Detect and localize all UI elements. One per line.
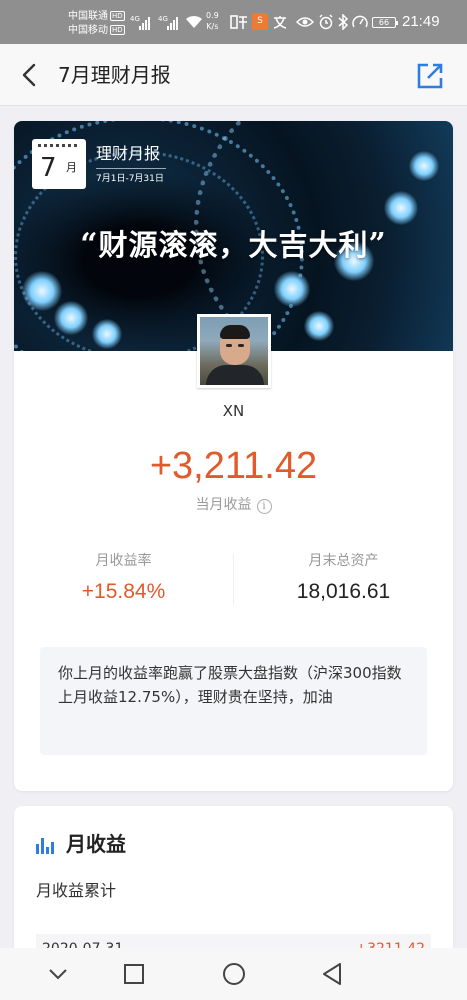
translate-icon xyxy=(273,16,287,29)
recent-apps-icon[interactable] xyxy=(120,960,148,988)
wifi-icon xyxy=(186,15,202,28)
bokeh-light xyxy=(92,319,122,349)
total-assets-value: 18,016.61 xyxy=(296,580,391,603)
signal-icon xyxy=(167,16,178,30)
bokeh-light xyxy=(22,271,62,311)
username: XN xyxy=(222,402,245,420)
report-title: 理财月报 xyxy=(96,144,161,163)
monthly-report-card: 7 月 理财月报 7月1日-7月31日 “财源滚滚，大吉大利” XN +3,21… xyxy=(14,121,453,791)
hd-badge: HD xyxy=(110,11,125,21)
bokeh-light xyxy=(409,151,439,181)
calendar-binding-icon xyxy=(38,144,80,147)
bluetooth-icon xyxy=(338,14,349,30)
eye-icon xyxy=(296,17,314,27)
calendar-badge: 7 月 xyxy=(32,139,86,189)
network-speed: 0.9 K/s xyxy=(206,10,219,32)
back-triangle-icon[interactable] xyxy=(318,960,346,988)
quote-open: “ xyxy=(80,227,99,262)
quote-close: ” xyxy=(368,227,387,262)
bokeh-light xyxy=(304,311,334,341)
bokeh-light xyxy=(274,271,310,307)
total-assets-label: 月末总资产 xyxy=(308,553,379,569)
carrier-2: 中国移动 xyxy=(68,25,108,36)
calendar-month: 7 xyxy=(40,153,57,183)
monthly-profit-value: +3,211.42 xyxy=(149,445,318,487)
speedometer-icon xyxy=(352,15,368,28)
section-title: 月收益 xyxy=(66,832,126,856)
share-external-icon[interactable] xyxy=(414,60,446,92)
back-arrow-icon[interactable] xyxy=(14,58,44,92)
nav-bar: 7月理财月报 xyxy=(0,44,467,106)
speed-value: 0.9 xyxy=(206,11,219,20)
monthly-profit-label: 当月收益 i xyxy=(14,495,453,515)
signal-icon xyxy=(139,16,150,30)
clock: 21:49 xyxy=(402,13,440,30)
hd-badge: HD xyxy=(110,25,125,35)
section-subtitle: 月收益累计 xyxy=(36,881,117,900)
info-circle-icon[interactable]: i xyxy=(256,499,272,514)
battery-icon: 66 xyxy=(372,17,398,28)
title-divider xyxy=(96,168,166,169)
avatar xyxy=(197,314,271,388)
bokeh-light xyxy=(54,301,88,335)
app-notification-icon: S xyxy=(252,13,268,30)
calendar-unit: 月 xyxy=(66,161,77,174)
carrier-1: 中国联通 xyxy=(68,11,108,22)
slogan-text: 财源滚滚，大吉大利 xyxy=(98,228,369,262)
bokeh-light xyxy=(384,191,418,225)
bar-chart-icon xyxy=(36,836,54,854)
alarm-icon xyxy=(319,14,333,30)
slogan: “财源滚滚，大吉大利” xyxy=(14,225,453,265)
status-bar: 中国联通 HD 中国移动 HD 4G 4G 0.9 K/s S 66 21:49 xyxy=(0,0,467,44)
monthly-income-card: 月收益 月收益累计 2020-07-31 +3211.42 xyxy=(14,806,453,966)
page-title: 7月理财月报 xyxy=(58,63,171,87)
home-icon[interactable] xyxy=(220,960,248,988)
return-rate-label: 月收益率 xyxy=(95,553,152,569)
return-rate-stat: 月收益率 +15.84% xyxy=(14,551,233,607)
carrier-info: 中国联通 HD 中国移动 HD xyxy=(68,10,125,38)
monthly-profit-label-text: 当月收益 xyxy=(195,497,252,513)
system-nav-bar xyxy=(0,948,467,1000)
speed-unit: K/s xyxy=(206,22,219,31)
listen-app-icon xyxy=(230,15,247,29)
report-date-range: 7月1日-7月31日 xyxy=(96,174,164,184)
return-rate-value: +15.84% xyxy=(81,580,166,603)
performance-note: 你上月的收益率跑赢了股票大盘指数（沪深300指数上月收益12.75%），理财贵在… xyxy=(40,647,427,755)
total-assets-stat: 月末总资产 18,016.61 xyxy=(234,551,453,607)
chevron-down-icon[interactable] xyxy=(44,960,72,988)
